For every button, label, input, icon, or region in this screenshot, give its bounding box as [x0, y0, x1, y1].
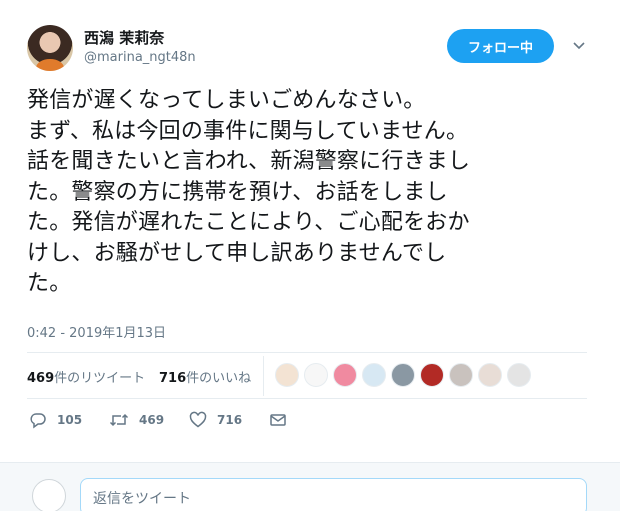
divider: [27, 352, 587, 353]
tweet-text: 発信が遅くなってしまいごめんなさい。 まず、私は今回の事件に関与していません。 …: [27, 86, 587, 300]
liker-avatar[interactable]: [449, 363, 473, 387]
retweets-label: 件のリツイート: [54, 371, 146, 386]
retweets-stat[interactable]: 469件のリツイート: [27, 367, 145, 386]
retweets-count: 469: [27, 371, 55, 386]
retweet-count: 469: [139, 413, 165, 427]
likes-count: 716: [159, 371, 187, 386]
tweet-line: 発信が遅くなってしまいごめんなさい。: [27, 88, 426, 113]
tweet-line: 話を聞きたいと言われ、新潟警察に行きまし: [27, 149, 471, 174]
liker-avatar[interactable]: [304, 363, 328, 387]
liker-avatar[interactable]: [478, 363, 502, 387]
tweet-actions: 105 469 716: [27, 407, 587, 435]
tweet-line: た。警察の方に携帯を預け、お話をしまし: [27, 179, 448, 205]
like-count: 716: [217, 413, 243, 427]
user-handle[interactable]: @marina_ngt48n: [84, 50, 196, 65]
tweet-line: まず、私は今回の事件に関与していません。: [27, 118, 469, 144]
reply-button[interactable]: 105: [29, 411, 82, 429]
liker-avatar[interactable]: [420, 363, 444, 387]
reply-count: 105: [57, 413, 83, 427]
liker-avatar[interactable]: [362, 363, 386, 387]
retweet-button[interactable]: 469: [109, 411, 164, 429]
tweet-line: た。: [27, 271, 72, 296]
reply-area: 返信をツイート: [0, 462, 620, 511]
tweet-line: けし、お騒がせして申し訳ありませんでし: [27, 240, 447, 266]
liker-avatar[interactable]: [391, 363, 415, 387]
chevron-down-icon[interactable]: [568, 34, 590, 56]
current-user-avatar: [32, 479, 66, 511]
likes-label: 件のいいね: [186, 371, 252, 386]
liker-avatars: [275, 363, 536, 389]
reply-input[interactable]: 返信をツイート: [80, 478, 587, 511]
user-avatar[interactable]: [27, 25, 73, 71]
following-button[interactable]: フォロー中: [447, 29, 554, 63]
liker-avatar[interactable]: [333, 363, 357, 387]
likes-stat[interactable]: 716件のいいね: [159, 367, 251, 386]
retweet-icon: [109, 413, 129, 427]
direct-message-button[interactable]: [269, 411, 297, 429]
reply-icon: [30, 413, 46, 429]
display-name[interactable]: 西潟 茉莉奈: [84, 27, 164, 48]
divider: [263, 356, 264, 396]
divider: [27, 398, 587, 399]
liker-avatar[interactable]: [507, 363, 531, 387]
envelope-icon: [270, 414, 286, 426]
tweet-header: 西潟 茉莉奈 @marina_ngt48n フォロー中: [0, 0, 620, 80]
tweet-line: た。発信が遅れたことにより、ご心配をおか: [27, 210, 470, 235]
tweet-stats: 469件のリツイート 716件のいいね: [27, 356, 587, 396]
tweet-timestamp[interactable]: 0:42 - 2019年1月13日: [27, 322, 166, 341]
heart-icon: [189, 411, 207, 428]
like-button[interactable]: 716: [189, 411, 242, 429]
liker-avatar[interactable]: [275, 363, 299, 387]
